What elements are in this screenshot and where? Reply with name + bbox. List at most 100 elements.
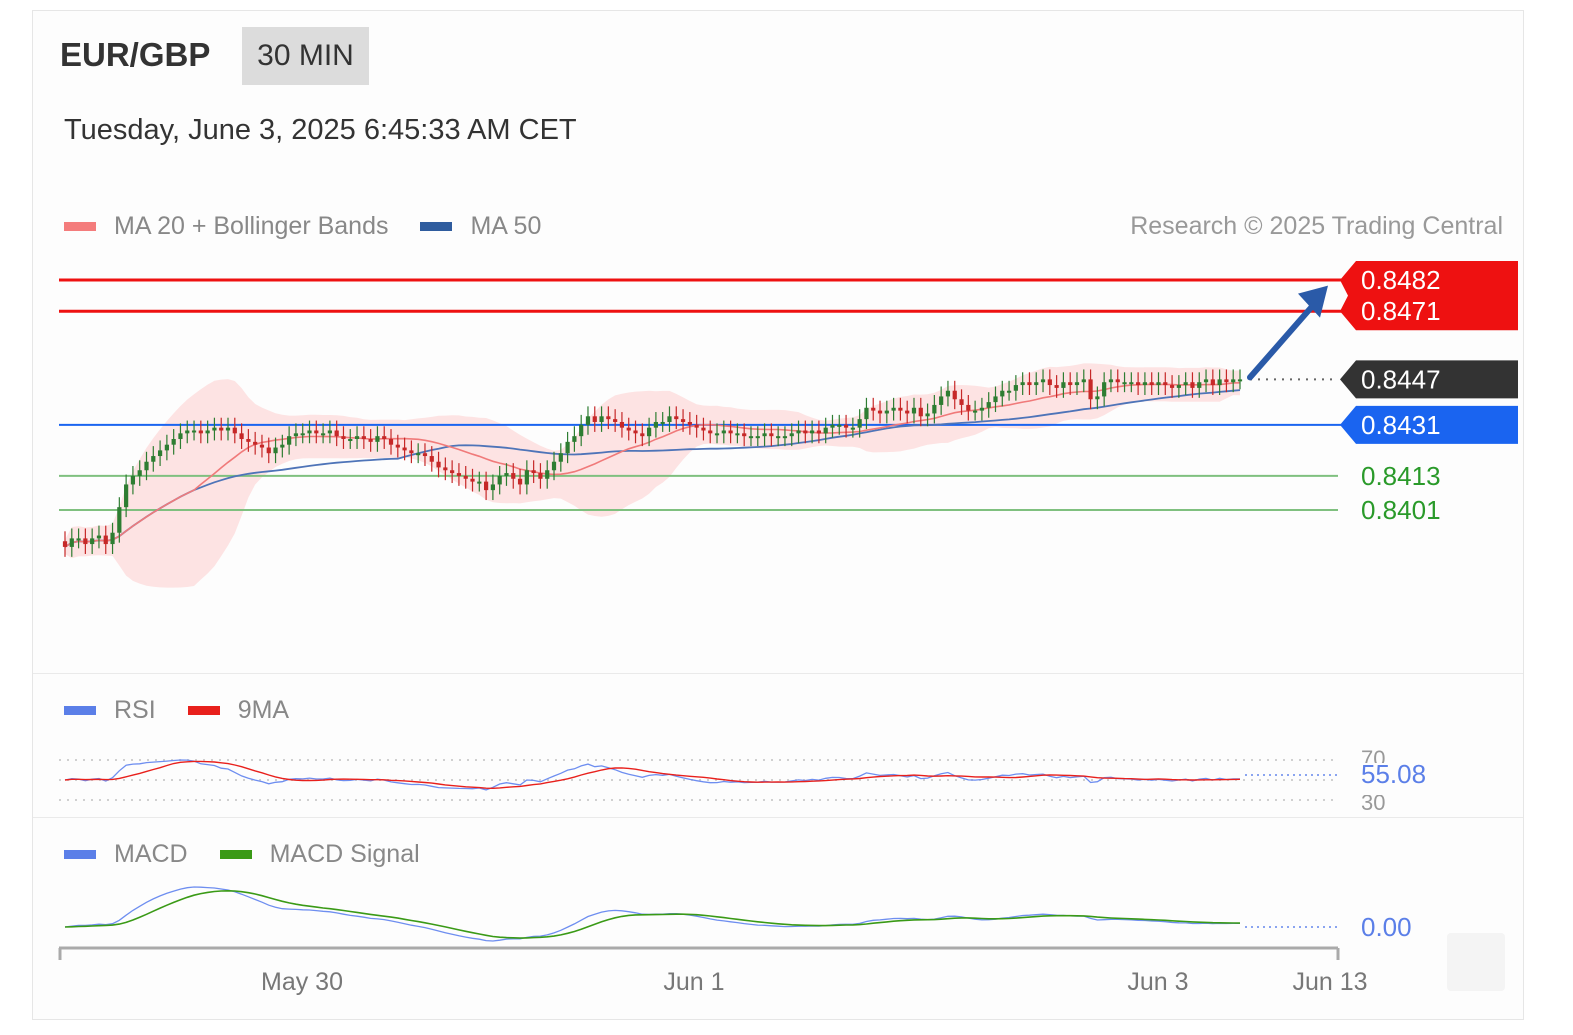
candle-body (810, 430, 815, 434)
x-tick-label: Jun 1 (663, 968, 724, 996)
candle-body (1054, 385, 1059, 388)
candle-body (742, 433, 747, 437)
candle-body (592, 416, 597, 422)
candle-body (558, 453, 563, 462)
candle-body (185, 430, 190, 434)
macd-signal-line (64, 889, 1241, 939)
candle-body (1047, 379, 1052, 386)
candle-body (660, 421, 665, 424)
x-tick-label: Jun 3 (1127, 968, 1188, 996)
candle-body (864, 407, 869, 420)
candle-body (477, 481, 482, 484)
candle-body (463, 475, 468, 479)
candle-body (871, 407, 876, 411)
candle-body (823, 427, 828, 434)
candle-body (680, 419, 686, 422)
candle-body (939, 396, 944, 405)
candle-body (450, 470, 455, 474)
candle-body (619, 421, 625, 428)
candle-body (857, 419, 862, 428)
level-label: 0.8447 (1361, 364, 1441, 394)
settings-button[interactable] (1447, 933, 1505, 991)
candle-body (178, 433, 183, 440)
candle-body (714, 433, 720, 436)
candle-body (382, 436, 387, 440)
candle-body (1027, 382, 1032, 386)
candle-body (694, 424, 699, 428)
candle-body (1006, 390, 1012, 393)
level-label: 0.8471 (1361, 296, 1441, 326)
candle-body (932, 404, 937, 414)
candle-body (1163, 382, 1168, 386)
candle-body (769, 433, 774, 437)
candle-body (1169, 385, 1175, 388)
candle-body (490, 484, 495, 491)
candle-body (551, 461, 557, 471)
candle-body (959, 399, 964, 405)
candle-body (877, 410, 883, 414)
candle-body (891, 407, 896, 411)
candle-body (76, 538, 81, 541)
candle-body (911, 407, 917, 414)
candle-body (517, 478, 523, 485)
candle-body (395, 444, 400, 448)
candle-body (1224, 379, 1229, 383)
candle-body (280, 444, 285, 448)
candle-body (1115, 379, 1120, 383)
candle-body (1156, 382, 1161, 386)
candle-body (579, 424, 584, 437)
candle-body (334, 430, 339, 437)
candle-body (1088, 379, 1093, 400)
candle-body (483, 481, 489, 491)
candle-body (511, 473, 516, 479)
candle-body (776, 436, 781, 439)
candle-body (83, 538, 88, 545)
candle-body (973, 410, 978, 413)
candle-body (266, 447, 271, 454)
candle-body (1068, 382, 1073, 386)
candle-body (945, 390, 951, 397)
candle-body (850, 427, 855, 430)
candle-body (708, 430, 713, 434)
candle-body (348, 439, 353, 442)
candle-body (1149, 382, 1154, 386)
candle-body (748, 436, 754, 439)
candle-body (497, 475, 502, 485)
candle-body (1034, 382, 1039, 386)
candle-body (103, 535, 108, 545)
candle-body (117, 507, 122, 533)
candle-body (327, 430, 332, 434)
candle-body (368, 439, 373, 442)
candle-body (198, 430, 203, 434)
candle-body (782, 436, 788, 439)
candle-body (375, 436, 380, 442)
candle-body (1040, 379, 1046, 383)
price-chart: 0.84820.8471 0.8447 0.8431 0.8413 0.8401 7030… (58, 261, 1518, 996)
candle-body (918, 407, 923, 417)
candle-body (273, 447, 278, 454)
rsi-panel: 703055.08 (59, 746, 1448, 815)
candle-body (171, 439, 176, 445)
candle-body (307, 430, 312, 434)
candle-body (422, 453, 428, 457)
candle-body (137, 470, 142, 476)
candle-body (640, 433, 645, 437)
candle-body (361, 436, 366, 440)
candle-body (898, 407, 903, 411)
candle-body (90, 538, 95, 545)
candle-body (1136, 382, 1141, 386)
candle-body (436, 461, 441, 468)
candle-body (212, 427, 217, 431)
candle-body (287, 436, 292, 445)
candle-body (545, 470, 550, 479)
candle-body (1000, 390, 1005, 397)
candle-body (952, 390, 957, 400)
level-label: 0.8413 (1361, 461, 1441, 491)
candle-body (69, 538, 74, 547)
candle-body (674, 416, 679, 420)
candle-body (816, 430, 822, 434)
x-tick-label: Jun 13 (1292, 968, 1367, 996)
candle-body (456, 473, 462, 476)
candle-body (246, 439, 251, 442)
candle-body (1217, 379, 1222, 386)
